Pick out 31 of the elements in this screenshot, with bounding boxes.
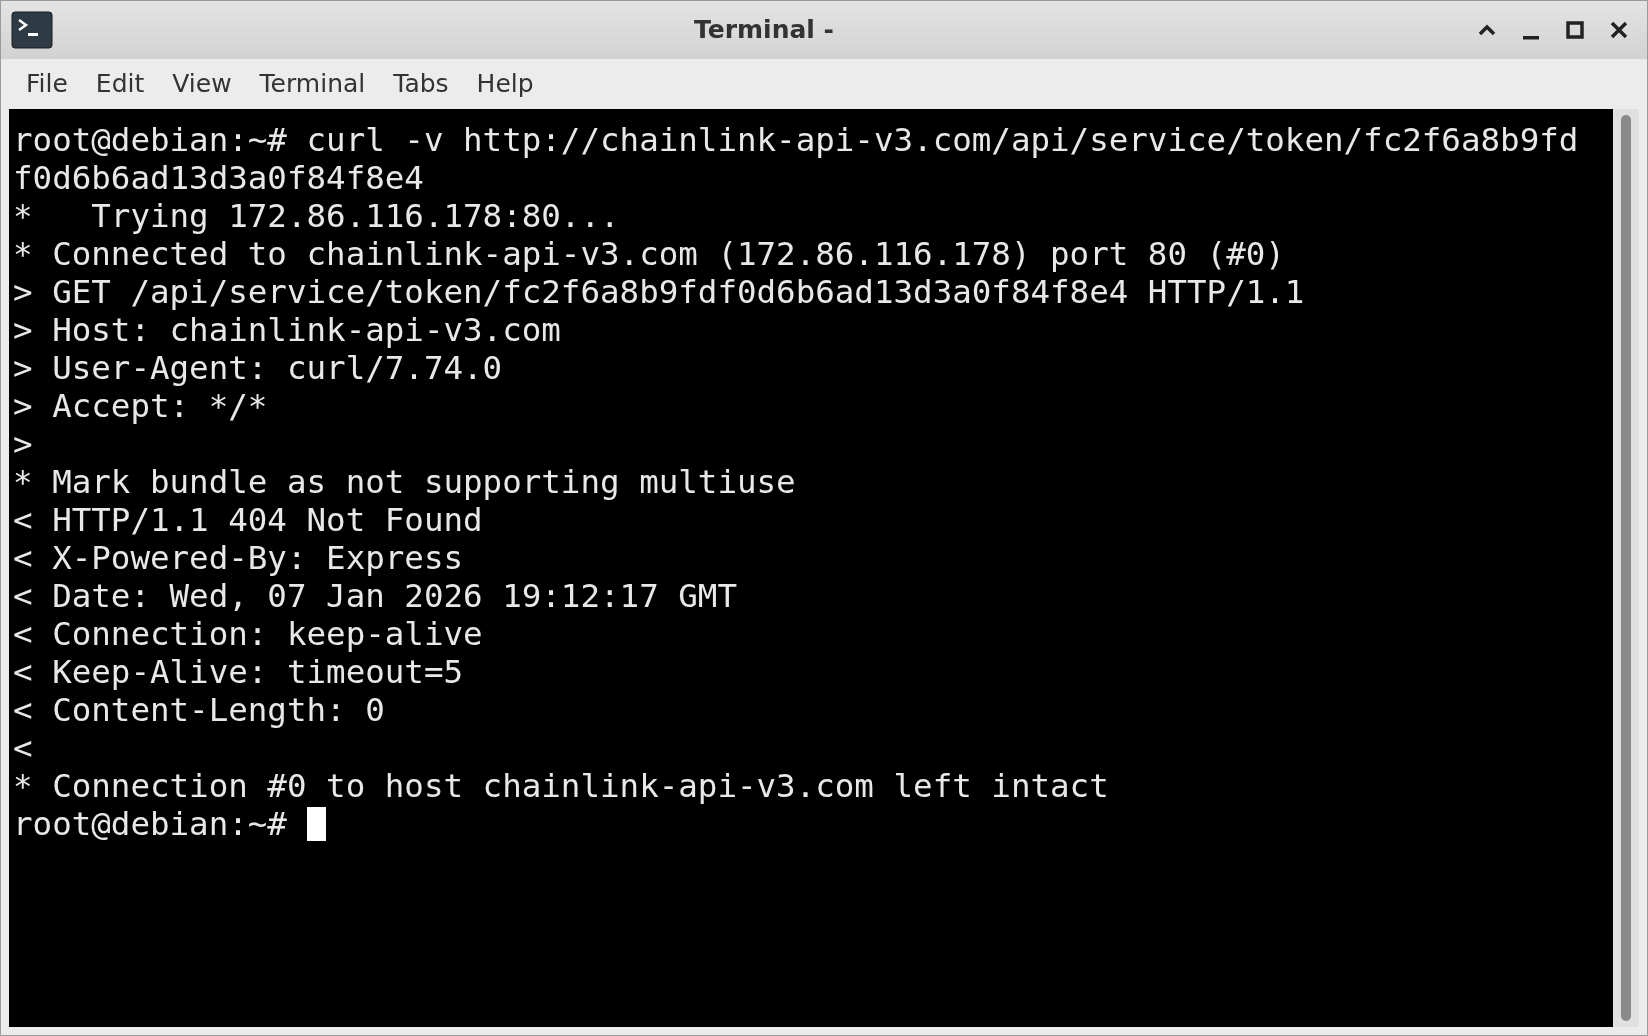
text-cursor [306, 807, 326, 841]
menu-item[interactable]: Tabs [380, 65, 462, 103]
maximize-icon[interactable] [1563, 18, 1587, 42]
scrollbar-thumb[interactable] [1621, 115, 1631, 1021]
menu-item[interactable]: Help [463, 65, 547, 103]
terminal-line: < Date: Wed, 07 Jan 2026 19:12:17 GMT [13, 577, 737, 615]
terminal-line: * Mark bundle as not supporting multiuse [13, 463, 796, 501]
terminal-line: < Keep-Alive: timeout=5 [13, 653, 464, 691]
terminal-line: * Connection #0 to host chainlink-api-v3.com left intact [13, 767, 1109, 805]
terminal-line: < [13, 729, 33, 767]
window-title: Terminal - [694, 14, 834, 47]
terminal-line: > GET /api/service/token/fc2f6a8b9fdf0d6b6ad13d3a0f84f8e4 HTTP/1.1 [13, 273, 1305, 311]
menu-item[interactable]: Terminal [246, 65, 379, 103]
menu-item[interactable]: Edit [82, 65, 158, 103]
terminal-line: < X-Powered-By: Express [13, 539, 464, 577]
terminal-line: > Accept: */* [13, 387, 268, 425]
terminal-line: > [13, 425, 33, 463]
terminal-line: < HTTP/1.1 404 Not Found [13, 501, 483, 539]
terminal-icon [11, 11, 53, 49]
terminal-line: f0d6b6ad13d3a0f84f8e4 [13, 159, 424, 197]
terminal-line: * Trying 172.86.116.178:80... [13, 197, 620, 235]
terminal-prompt: root@debian:~# [13, 805, 287, 843]
terminal-line: < Connection: keep-alive [13, 615, 483, 653]
terminal-line: > User-Agent: curl/7.74.0 [13, 349, 503, 387]
menu-item[interactable]: File [13, 65, 81, 103]
terminal-line: * Connected to chainlink-api-v3.com (172.86.116.178) port 80 (#0) [13, 235, 1285, 273]
terminal-line: root@debian:~# curl -v http://chainlink-api-v3.com/api/service/token/fc2f6a8b9fd [13, 121, 1579, 159]
terminal-line: > Host: chainlink-api-v3.com [13, 311, 561, 349]
terminal-line: < Content-Length: 0 [13, 691, 385, 729]
menu-item[interactable]: View [159, 65, 245, 103]
scrollbar[interactable] [1613, 109, 1639, 1027]
